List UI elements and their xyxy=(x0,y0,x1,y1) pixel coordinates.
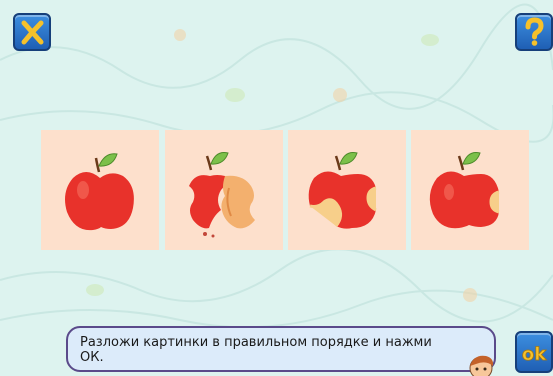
apple-core-icon xyxy=(189,152,255,238)
x-icon xyxy=(21,20,44,45)
close-button[interactable] xyxy=(13,13,51,51)
apple-one-bite-icon xyxy=(429,152,500,229)
card-whole-apple[interactable] xyxy=(41,130,159,250)
card-apple-core[interactable] xyxy=(165,130,283,250)
ok-label-art: ok xyxy=(521,344,547,366)
apple-two-bites-icon xyxy=(308,152,377,229)
instruction-text: Разложи картинки в правильном порядке и … xyxy=(80,335,432,365)
character-avatar xyxy=(469,355,494,376)
instruction-bubble: Разложи картинки в правильном порядке и … xyxy=(66,326,496,372)
svg-text:ok: ok xyxy=(522,344,547,365)
whole-apple-icon xyxy=(65,153,134,231)
card-apple-two-bites[interactable] xyxy=(288,130,406,250)
help-button[interactable] xyxy=(515,13,553,51)
ok-button[interactable]: ok xyxy=(515,331,553,373)
card-apple-one-bite[interactable] xyxy=(411,130,529,250)
question-icon xyxy=(525,17,544,46)
